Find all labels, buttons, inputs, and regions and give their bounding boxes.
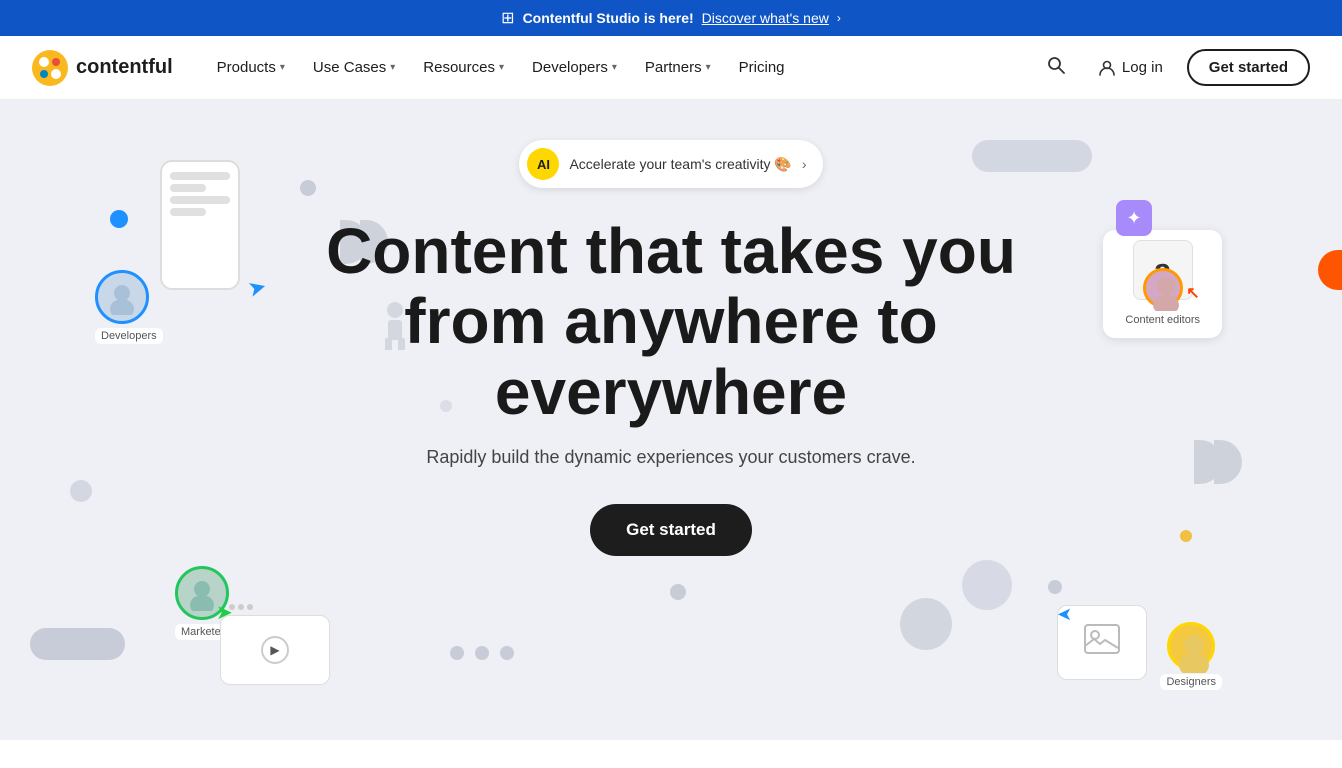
navbar: contentful Products ▾ Use Cases ▾ Resour… (0, 36, 1342, 100)
developers-chevron-icon: ▾ (612, 62, 617, 73)
get-started-nav-button[interactable]: Get started (1187, 49, 1310, 86)
phone-mockup (160, 160, 240, 290)
search-button[interactable] (1038, 47, 1074, 88)
magic-sparkle-icon: ✦ (1116, 200, 1152, 236)
deco-dot-bottom-center (670, 584, 686, 600)
developer-face (104, 279, 140, 315)
deco-dot-left-mid (70, 480, 92, 502)
image-placeholder-icon (1084, 624, 1120, 661)
use-cases-chevron-icon: ▾ (390, 62, 395, 73)
video-dot-2 (238, 604, 244, 610)
developers-label: Developers (95, 328, 163, 344)
studio-icon: ⊞ (501, 8, 514, 28)
nav-item-products[interactable]: Products ▾ (205, 51, 297, 84)
nav-resources-label: Resources (423, 59, 495, 76)
hero-section: ➤ Developers a ↖ Content editors ✦ (0, 100, 1342, 740)
nav-partners-label: Partners (645, 59, 702, 76)
video-dot-3 (247, 604, 253, 610)
deco-gray-dot-top (300, 180, 316, 196)
designers-card: Designers (1160, 622, 1222, 690)
deco-chevron-right (1194, 440, 1242, 484)
hero-cta-button[interactable]: Get started (590, 504, 752, 556)
login-icon (1098, 59, 1116, 77)
video-dots (229, 604, 253, 610)
developer-avatar (95, 270, 149, 324)
logo[interactable]: contentful (32, 50, 173, 86)
cursor-icon: ↖ (1186, 283, 1199, 303)
pointer-arrow-designers: ➤ (1057, 604, 1072, 625)
deco-dot-bottom-mid2 (475, 646, 489, 660)
top-banner: ⊞ Contentful Studio is here! Discover wh… (0, 0, 1342, 36)
logo-text: contentful (76, 56, 173, 79)
nav-pricing-label: Pricing (739, 59, 785, 76)
nav-item-developers[interactable]: Developers ▾ (520, 51, 629, 84)
deco-pill-bottom-left (30, 628, 125, 660)
ai-pill-arrow: › (802, 156, 807, 172)
hero-subtext: Rapidly build the dynamic experiences yo… (426, 447, 915, 468)
login-label: Log in (1122, 59, 1163, 76)
pointer-arrow-developers: ➤ (245, 273, 270, 303)
banner-discover-link[interactable]: Discover what's new (702, 10, 829, 26)
phone-line-2 (170, 184, 206, 192)
video-mockup: ▶ (220, 615, 330, 685)
resources-chevron-icon: ▾ (499, 62, 504, 73)
deco-gray-dot-mid (1048, 580, 1062, 594)
deco-dot-bottom-mid1 (450, 646, 464, 660)
deco-circle-bottom-right (900, 598, 952, 650)
deco-orange-edge (1318, 250, 1342, 290)
designers-label: Designers (1160, 674, 1222, 690)
search-icon (1046, 55, 1066, 75)
nav-links: Products ▾ Use Cases ▾ Resources ▾ Devel… (205, 51, 1038, 84)
ai-pill-text: Accelerate your team's creativity 🎨 (569, 156, 791, 173)
nav-item-resources[interactable]: Resources ▾ (411, 51, 516, 84)
products-chevron-icon: ▾ (280, 62, 285, 73)
banner-brand-text: Contentful Studio is here! (523, 10, 694, 26)
nav-developers-label: Developers (532, 59, 608, 76)
nav-actions: Log in Get started (1038, 47, 1310, 88)
phone-line-4 (170, 208, 206, 216)
contentful-logo-icon (32, 50, 68, 86)
editors-avatar-wrapper (1143, 288, 1183, 308)
editors-face (1146, 271, 1186, 311)
nav-products-label: Products (217, 59, 276, 76)
headline-line3: everywhere (495, 356, 847, 428)
marketers-face (184, 575, 220, 611)
designers-face (1170, 625, 1218, 673)
ai-pill[interactable]: AI Accelerate your team's creativity 🎨 › (519, 140, 822, 188)
nav-item-pricing[interactable]: Pricing (727, 51, 797, 84)
deco-yellow-dot (1180, 530, 1192, 542)
image-icon (1084, 624, 1120, 654)
deco-blue-dot (110, 210, 128, 228)
headline-line1: Content that takes you (326, 215, 1016, 287)
editors-avatar (1143, 268, 1183, 308)
video-dot-1 (229, 604, 235, 610)
phone-line-3 (170, 196, 230, 204)
designers-avatar (1167, 622, 1215, 670)
ai-badge: AI (527, 148, 559, 180)
hero-headline: Content that takes you from anywhere to … (326, 216, 1016, 427)
content-editors-card: a ↖ Content editors (1103, 230, 1222, 338)
play-button[interactable]: ▶ (261, 636, 289, 664)
developers-bubble: Developers (95, 270, 163, 344)
login-button[interactable]: Log in (1086, 51, 1175, 85)
partners-chevron-icon: ▾ (706, 62, 711, 73)
deco-circle-bottom (962, 560, 1012, 610)
content-editors-label: Content editors (1117, 312, 1208, 328)
banner-arrow-icon: › (837, 11, 841, 25)
deco-pill-top-right (972, 140, 1092, 172)
nav-use-cases-label: Use Cases (313, 59, 386, 76)
headline-line2: from anywhere to (404, 285, 937, 357)
phone-line-1 (170, 172, 230, 180)
deco-dot-bottom-mid3 (500, 646, 514, 660)
nav-item-partners[interactable]: Partners ▾ (633, 51, 723, 84)
nav-item-use-cases[interactable]: Use Cases ▾ (301, 51, 407, 84)
